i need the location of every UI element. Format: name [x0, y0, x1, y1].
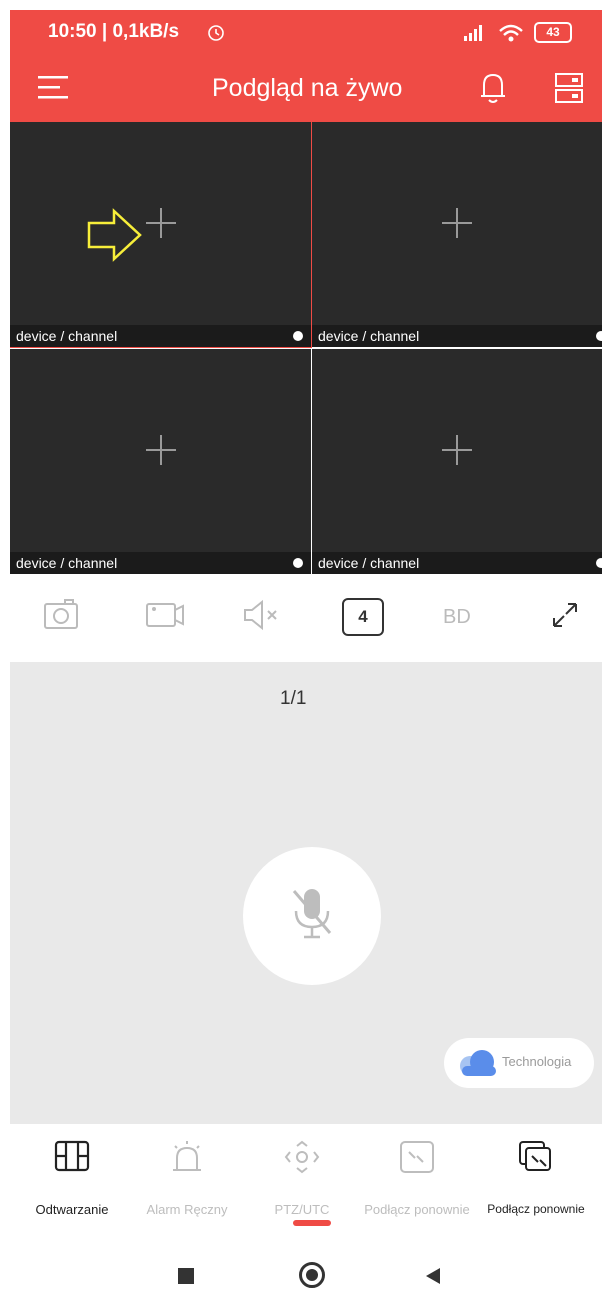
video-cell-3[interactable]: device / channel [10, 349, 311, 574]
record-icon[interactable] [145, 598, 187, 632]
main-area: 1/1 Technologia [10, 662, 602, 1124]
talk-button[interactable] [243, 847, 381, 985]
bell-icon[interactable] [478, 70, 508, 106]
technology-label: Technologia [502, 1054, 572, 1069]
mute-icon[interactable] [242, 598, 284, 632]
film-icon [54, 1140, 90, 1172]
nav-label: Podłącz ponownie [364, 1202, 470, 1217]
page-title: Podgląd na żywo [212, 74, 403, 102]
status-time: 10:50 | 0,1kB/s [48, 21, 180, 42]
page-indicator: 1/1 [280, 688, 307, 709]
nav-label: Alarm Ręczny [146, 1202, 228, 1217]
battery-indicator: 43 [534, 22, 572, 43]
video-cell-1[interactable]: device / channel [10, 122, 312, 348]
status-icons: 43 [462, 22, 572, 43]
add-channel-icon[interactable] [442, 208, 472, 239]
home-button[interactable] [299, 1262, 325, 1288]
live-view-grid: device / channel device / channel device… [10, 122, 602, 574]
system-nav [10, 1240, 602, 1290]
nav-label: PTZ/UTC [274, 1202, 330, 1217]
camera-icon[interactable] [43, 598, 79, 632]
alarm-clock-icon [208, 25, 224, 41]
cloud-icon [460, 1050, 496, 1076]
alarm-icon [173, 1141, 201, 1171]
nav-label: Odtwarzanie [35, 1202, 109, 1217]
cell-label: device / channel [10, 325, 311, 347]
mic-off-icon [292, 889, 332, 939]
technology-badge[interactable]: Technologia [444, 1038, 594, 1088]
arrow-pointer-icon [87, 208, 142, 262]
back-button[interactable] [424, 1266, 442, 1286]
fullscreen-icon[interactable] [550, 598, 580, 632]
ptz-icon [284, 1140, 320, 1174]
status-dot [596, 558, 602, 568]
quality-button[interactable]: BD [443, 606, 471, 629]
video-cell-2[interactable]: device / channel [312, 122, 602, 347]
recent-apps-button[interactable] [178, 1268, 194, 1284]
live-toolbar: 4 BD [10, 574, 602, 663]
status-dot [293, 558, 303, 568]
wifi-icon [499, 24, 523, 41]
bottom-nav: Odtwarzanie Alarm Ręczny PTZ/UTC Podłącz… [10, 1124, 602, 1241]
link-icon [400, 1141, 434, 1173]
menu-icon[interactable] [38, 74, 72, 102]
split-count-button[interactable]: 4 [342, 598, 384, 636]
status-dot [596, 331, 602, 341]
add-channel-icon[interactable] [145, 208, 176, 239]
add-channel-icon[interactable] [442, 435, 472, 466]
signal-icon [464, 24, 482, 41]
cell-label: device / channel [10, 552, 311, 574]
app-bar: Podgląd na żywo [10, 54, 602, 122]
nav-indicator [293, 1220, 331, 1226]
device-list-icon[interactable] [554, 70, 586, 106]
cell-label: device / channel [312, 325, 602, 347]
status-bar: 10:50 | 0,1kB/s 43 [10, 10, 602, 54]
video-cell-4[interactable]: device / channel [312, 349, 602, 574]
add-channel-icon[interactable] [145, 435, 176, 466]
nav-label: Podłącz ponownie [487, 1202, 585, 1216]
reconnect-icon [519, 1141, 551, 1171]
cell-label: device / channel [312, 552, 602, 574]
status-dot [293, 331, 303, 341]
